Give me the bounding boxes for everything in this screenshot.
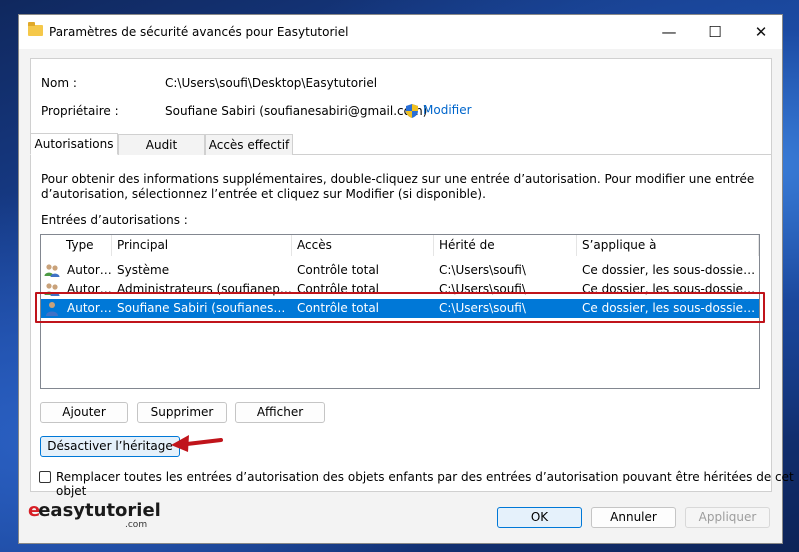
tab-audit[interactable]: Audit [118, 134, 205, 155]
column-header-access[interactable]: Accès [292, 235, 434, 256]
name-label: Nom : [41, 76, 77, 90]
table-row[interactable]: Autoriser Système Contrôle total C:\User… [41, 261, 759, 280]
modify-owner-link[interactable]: Modifier [423, 103, 472, 117]
remove-button[interactable]: Supprimer [137, 402, 227, 423]
window-title: Paramètres de sécurité avancés pour Easy… [49, 25, 349, 39]
maximize-button[interactable]: ☐ [692, 15, 738, 49]
tab-permissions[interactable]: Autorisations [30, 133, 118, 155]
cell-access: Contrôle total [297, 263, 380, 277]
column-header-principal[interactable]: Principal [112, 235, 292, 256]
add-button[interactable]: Ajouter [40, 402, 128, 423]
column-header-inherited[interactable]: Hérité de [434, 235, 577, 256]
easytutoriel-logo: eeasytutoriel .com [28, 500, 161, 530]
folder-icon [28, 22, 43, 36]
disable-inheritance-button[interactable]: Désactiver l’héritage [40, 436, 180, 457]
cancel-button[interactable]: Annuler [591, 507, 676, 528]
permissions-description: Pour obtenir des informations supplément… [41, 172, 755, 201]
name-value: C:\Users\soufi\Desktop\Easytutoriel [165, 76, 378, 90]
owner-label: Propriétaire : [41, 104, 119, 118]
view-button[interactable]: Afficher [235, 402, 325, 423]
column-header-applies[interactable]: S’applique à [577, 235, 759, 256]
column-header-type[interactable]: Type [61, 235, 112, 256]
cell-principal: Système [117, 263, 170, 277]
minimize-button[interactable]: — [646, 15, 692, 49]
cell-applies: Ce dossier, les sous-dossiers et les fic… [582, 263, 757, 277]
ok-button[interactable]: OK [497, 507, 582, 528]
user-group-icon [44, 264, 60, 277]
logo-sub: .com [125, 520, 148, 530]
logo-text: easytutoriel [38, 500, 161, 521]
red-arrow-annotation [171, 435, 223, 452]
title-bar[interactable]: Paramètres de sécurité avancés pour Easy… [19, 15, 782, 49]
close-button[interactable]: ✕ [738, 15, 784, 49]
tab-effective-access[interactable]: Accès effectif [205, 134, 293, 155]
cell-type: Autoriser [67, 263, 112, 277]
replace-child-permissions-label: Remplacer toutes les entrées d’autorisat… [56, 470, 794, 498]
uac-shield-icon [406, 104, 418, 118]
selected-row-highlight [35, 292, 765, 323]
owner-value: Soufiane Sabiri (soufianesabiri@gmail.co… [165, 104, 428, 118]
entries-label: Entrées d’autorisations : [41, 213, 188, 227]
cell-inherited: C:\Users\soufi\ [439, 263, 526, 277]
replace-child-permissions-checkbox[interactable] [39, 471, 51, 483]
apply-button[interactable]: Appliquer [685, 507, 770, 528]
